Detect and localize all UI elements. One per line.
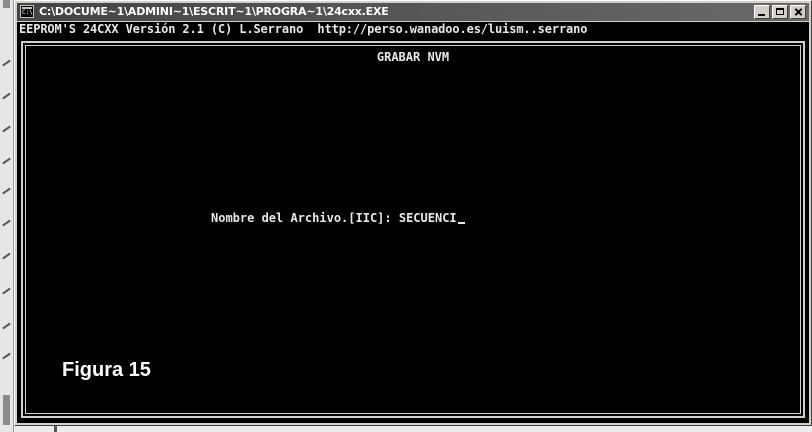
console-app-icon[interactable] xyxy=(20,5,34,18)
edge-glyph xyxy=(2,219,11,227)
minimize-button[interactable] xyxy=(754,5,770,19)
console-window: C:\DOCUME~1\ADMINI~1\ESCRIT~1\PROGRA~1\2… xyxy=(14,0,812,426)
edge-glyph xyxy=(2,252,11,260)
edge-glyph xyxy=(2,92,11,100)
figure-caption: Figura 15 xyxy=(62,359,151,381)
close-button[interactable] xyxy=(790,5,806,19)
taskbar-segment xyxy=(54,426,57,432)
edge-segment xyxy=(3,0,10,8)
edge-glyph xyxy=(2,322,11,330)
edge-segment xyxy=(3,395,10,425)
edge-glyph xyxy=(2,157,11,165)
text-cursor xyxy=(457,222,465,224)
background-window-edge xyxy=(0,0,14,432)
screen-border: GRABAR NVM Nombre del Archivo.[IIC]: SEC… xyxy=(21,41,805,418)
filename-input[interactable]: SECUENCI xyxy=(399,211,457,225)
filename-prompt[interactable]: Nombre del Archivo.[IIC]: SECUENCI xyxy=(211,211,465,225)
edge-glyph xyxy=(2,59,11,67)
filename-label: Nombre del Archivo.[IIC]: xyxy=(211,211,399,225)
title-bar[interactable]: C:\DOCUME~1\ADMINI~1\ESCRIT~1\PROGRA~1\2… xyxy=(17,3,809,21)
edge-glyph xyxy=(2,187,11,195)
console-screen[interactable]: EEPROM'S 24CXX Versión 2.1 (C) L.Serrano… xyxy=(17,22,809,423)
maximize-button[interactable] xyxy=(772,5,788,19)
taskbar-edge xyxy=(14,426,812,432)
screen-title: GRABAR NVM xyxy=(376,50,450,64)
edge-glyph xyxy=(2,352,11,360)
screen-border-inner: GRABAR NVM Nombre del Archivo.[IIC]: SEC… xyxy=(25,45,801,414)
edge-glyph xyxy=(2,125,11,133)
program-header: EEPROM'S 24CXX Versión 2.1 (C) L.Serrano… xyxy=(19,22,588,36)
window-title: C:\DOCUME~1\ADMINI~1\ESCRIT~1\PROGRA~1\2… xyxy=(39,5,389,18)
edge-glyph xyxy=(2,287,11,295)
window-controls xyxy=(752,5,806,19)
